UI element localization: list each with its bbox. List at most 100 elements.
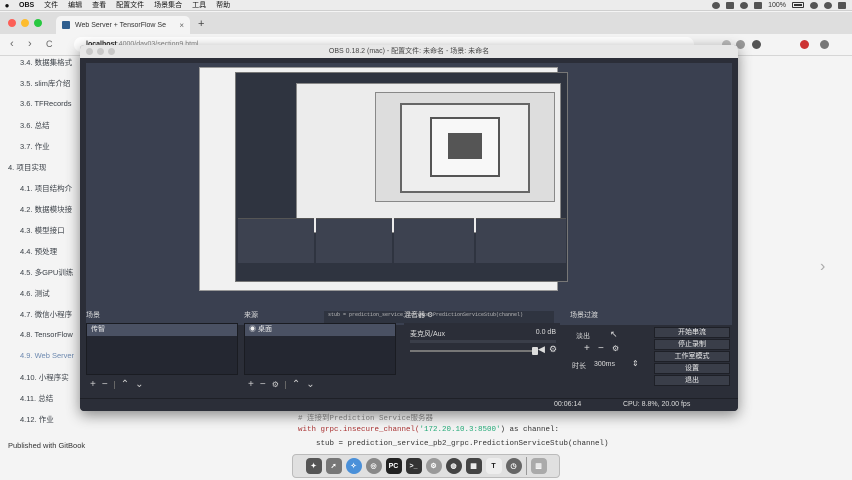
notification-icon[interactable] bbox=[838, 1, 846, 9]
gear-icon[interactable]: ⚙ bbox=[612, 344, 619, 353]
toc-item[interactable]: 3.4. 数据集格式 bbox=[20, 57, 72, 68]
toc-item[interactable]: 4.5. 多GPU训练 bbox=[20, 267, 73, 278]
gear-icon[interactable]: ⚙ bbox=[427, 312, 433, 319]
menu-tools[interactable]: 工具 bbox=[187, 0, 211, 10]
new-tab-button[interactable]: + bbox=[198, 18, 204, 30]
move-up-icon[interactable]: ⌃ bbox=[292, 379, 300, 390]
apple-menu-icon[interactable]: ● bbox=[0, 1, 14, 10]
battery-icon[interactable] bbox=[792, 2, 804, 8]
toc-item[interactable]: 4.10. 小程序实 bbox=[20, 372, 69, 383]
minimize-window-icon[interactable] bbox=[97, 48, 104, 55]
system-preferences-icon[interactable]: ⚙ bbox=[425, 458, 442, 474]
minimize-window-icon[interactable] bbox=[21, 19, 29, 27]
toc-item[interactable]: 3.6. TFRecords bbox=[20, 99, 72, 108]
volume-icon[interactable] bbox=[754, 1, 763, 9]
move-down-icon[interactable]: ⌄ bbox=[306, 379, 314, 390]
menu-help[interactable]: 帮助 bbox=[211, 0, 235, 10]
toc-item[interactable]: 4.3. 模型接口 bbox=[20, 225, 65, 236]
gear-icon[interactable]: ⚙ bbox=[272, 380, 279, 389]
close-window-icon[interactable] bbox=[86, 48, 93, 55]
menu-scene-collection[interactable]: 场景集合 bbox=[149, 0, 187, 10]
settings-button[interactable]: 设置 bbox=[654, 363, 730, 374]
gear-icon[interactable]: ⚙ bbox=[549, 344, 557, 355]
toc-item[interactable]: 4.1. 项目结构介 bbox=[20, 183, 72, 194]
exit-button[interactable]: 退出 bbox=[654, 375, 730, 386]
wifi-icon[interactable] bbox=[740, 1, 749, 9]
add-icon[interactable]: + bbox=[90, 379, 96, 390]
volume-slider[interactable] bbox=[410, 350, 532, 352]
start-streaming-button[interactable]: 开始串流 bbox=[654, 327, 730, 338]
add-transition-icon[interactable]: + bbox=[584, 343, 590, 354]
tab-close-icon[interactable]: × bbox=[179, 21, 184, 30]
menu-edit[interactable]: 编辑 bbox=[63, 0, 87, 10]
toc-item[interactable]: 4.4. 预处理 bbox=[20, 246, 57, 257]
toc-item[interactable]: 4.12. 作业 bbox=[20, 414, 54, 425]
browser-tab[interactable]: Web Server + TensorFlow Se × bbox=[56, 16, 190, 34]
remove-icon[interactable]: − bbox=[260, 379, 266, 390]
menu-file[interactable]: 文件 bbox=[39, 0, 63, 10]
scenes-list[interactable]: 传智 bbox=[86, 323, 238, 375]
sources-list[interactable]: ◉ 桌面 bbox=[244, 323, 396, 375]
launchpad-icon[interactable]: ✦ bbox=[305, 458, 322, 474]
scene-item[interactable]: 传智 bbox=[87, 324, 237, 336]
toc-item[interactable]: 4.7. 微信小程序 bbox=[20, 309, 72, 320]
forward-button[interactable]: › bbox=[28, 38, 32, 50]
sources-toolbar: + − ⚙ ⌃ ⌄ bbox=[248, 379, 315, 390]
menu-dots-icon[interactable] bbox=[820, 40, 829, 49]
code-comment: # 连接到Prediction Service服务器 bbox=[298, 412, 433, 423]
stepper-icon[interactable]: ⇕ bbox=[632, 359, 639, 368]
mixer-dock: 混音器 ⚙ 麦克风/Aux 0.0 dB ◀ ⚙ bbox=[404, 309, 564, 397]
mixer-channel-name: 麦克风/Aux bbox=[410, 331, 446, 338]
stop-recording-button[interactable]: 停止录制 bbox=[654, 339, 730, 350]
trash-icon[interactable]: ▥ bbox=[530, 458, 547, 474]
toc-item[interactable]: 4.8. TensorFlow bbox=[20, 330, 73, 339]
search-icon[interactable] bbox=[810, 1, 818, 9]
toc-item[interactable]: 4.11. 总结 bbox=[20, 393, 53, 404]
toc-item[interactable]: 4.6. 测试 bbox=[20, 288, 50, 299]
move-up-icon[interactable]: ⌃ bbox=[121, 379, 129, 390]
obs-docks: 场景 传智 + − ⌃ ⌄ 来源 ◉ 桌面 + − ⚙ ⌃ ⌄ 混音器 ⚙ 麦克… bbox=[86, 309, 732, 397]
typora-icon[interactable]: T bbox=[485, 458, 502, 474]
toc-item[interactable]: 4.2. 数据模块接 bbox=[20, 204, 72, 215]
display-icon[interactable]: ▦ bbox=[465, 458, 482, 474]
studio-mode-button[interactable]: 工作室模式 bbox=[654, 351, 730, 362]
obs-preview[interactable]: stub = prediction_service_pb2_grpc.Predi… bbox=[86, 63, 732, 325]
screen-record-icon[interactable] bbox=[712, 1, 721, 9]
rocket-icon[interactable]: ➚ bbox=[325, 458, 342, 474]
source-item-label: 桌面 bbox=[257, 326, 272, 333]
add-icon[interactable]: + bbox=[248, 379, 254, 390]
toc-item[interactable]: 3.7. 作业 bbox=[20, 141, 50, 152]
zoom-window-icon[interactable] bbox=[34, 19, 42, 27]
battery-percent: 100% bbox=[768, 1, 786, 9]
menu-obs[interactable]: OBS bbox=[14, 2, 39, 9]
bluetooth-icon[interactable] bbox=[726, 1, 735, 9]
close-window-icon[interactable] bbox=[8, 19, 16, 27]
menu-profile[interactable]: 配置文件 bbox=[111, 0, 149, 10]
zoom-window-icon[interactable] bbox=[108, 48, 115, 55]
siri-icon[interactable] bbox=[824, 1, 832, 9]
next-page-chevron-icon[interactable]: › bbox=[820, 258, 825, 276]
toc-item-active[interactable]: 4.9. Web Server bbox=[20, 351, 74, 360]
reload-button[interactable]: C bbox=[46, 39, 53, 49]
obs-icon[interactable]: ◍ bbox=[445, 458, 462, 474]
duration-value[interactable]: 300ms bbox=[594, 361, 615, 368]
safari-icon[interactable]: ✧ bbox=[345, 458, 362, 474]
clock-icon[interactable]: ◷ bbox=[505, 458, 522, 474]
move-down-icon[interactable]: ⌄ bbox=[135, 379, 143, 390]
back-button[interactable]: ‹ bbox=[10, 38, 14, 50]
chrome-icon[interactable]: ◎ bbox=[365, 458, 382, 474]
toc-item[interactable]: 3.5. slim库介绍 bbox=[20, 78, 70, 89]
terminal-icon[interactable]: >_ bbox=[405, 458, 422, 474]
source-item[interactable]: ◉ 桌面 bbox=[245, 324, 395, 336]
menu-view[interactable]: 查看 bbox=[87, 0, 111, 10]
remove-transition-icon[interactable]: − bbox=[598, 343, 604, 354]
remove-icon[interactable]: − bbox=[102, 379, 108, 390]
extension-icon[interactable] bbox=[752, 40, 761, 49]
toc-item[interactable]: 3.6. 总结 bbox=[20, 120, 50, 131]
speaker-icon[interactable]: ◀ bbox=[538, 344, 545, 355]
extension-icon[interactable] bbox=[800, 40, 809, 49]
visibility-eye-icon[interactable]: ◉ bbox=[249, 326, 258, 333]
pycharm-icon[interactable]: PC bbox=[385, 458, 402, 474]
gitbook-published-link[interactable]: Published with GitBook bbox=[8, 441, 85, 450]
toc-item[interactable]: 4. 项目实现 bbox=[8, 162, 46, 173]
